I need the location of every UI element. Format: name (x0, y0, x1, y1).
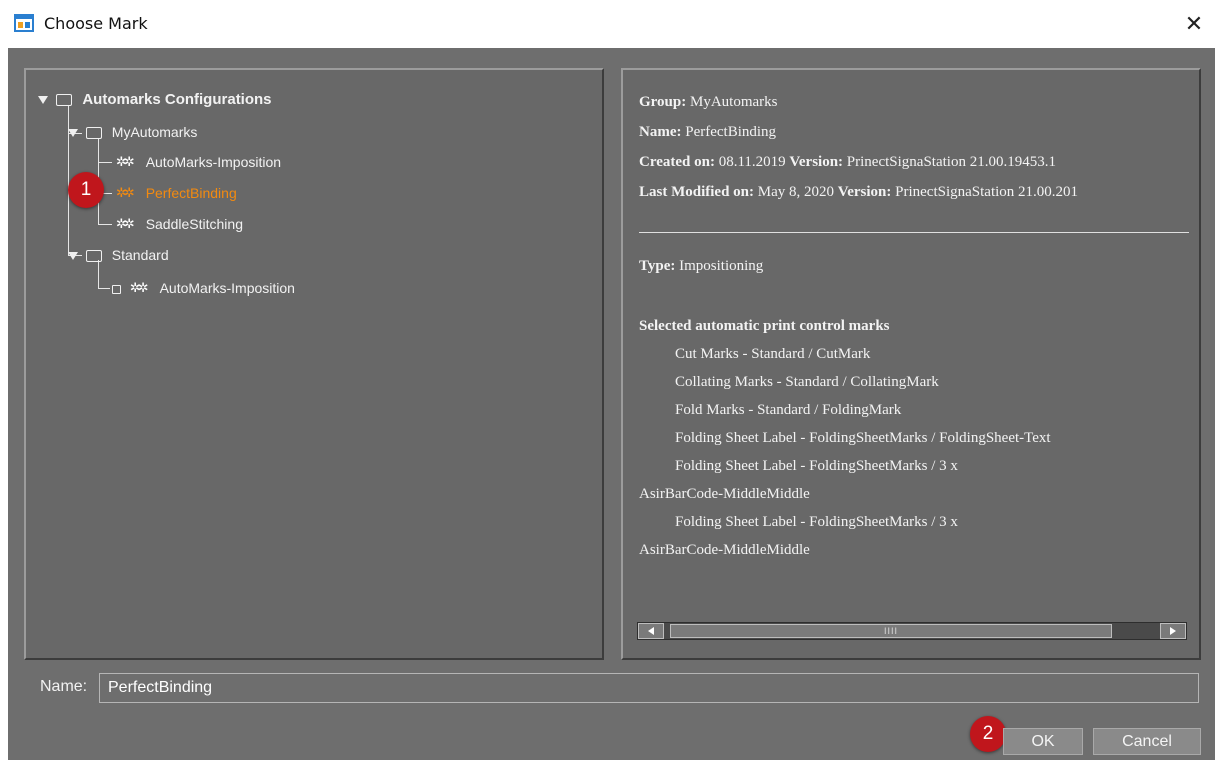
mark-item: Collating Marks - Standard / CollatingMa… (675, 374, 939, 390)
tree-connector (98, 288, 110, 289)
cancel-button[interactable]: Cancel (1093, 728, 1201, 755)
step-badge-1: 1 (68, 172, 104, 208)
tree-group-standard[interactable]: Standard (68, 243, 169, 267)
ok-button[interactable]: OK (1003, 728, 1083, 755)
mark-item: Fold Marks - Standard / FoldingMark (675, 402, 902, 418)
gears-icon: ✲✲ (129, 281, 149, 297)
tree-item-label: AutoMarks-Imposition (159, 280, 295, 296)
created-label: Created on: (639, 154, 715, 170)
tree-item-perfectbinding[interactable]: ✲✲ PerfectBinding (116, 181, 237, 205)
separator (639, 232, 1189, 233)
modified-line: Last Modified on: May 8, 2020 Version: P… (639, 184, 1187, 201)
expand-arrow-icon[interactable] (38, 96, 48, 105)
type-value: Impositioning (679, 258, 764, 274)
expand-arrow-icon[interactable] (68, 252, 78, 261)
modified-value: May 8, 2020 (757, 184, 835, 200)
gears-icon: ✲✲ (116, 155, 135, 171)
gears-icon: ✲✲ (116, 217, 135, 233)
window-title: Choose Mark (44, 14, 148, 33)
horizontal-scrollbar[interactable]: IIII (637, 622, 1187, 640)
name-line: Name: PerfectBinding (639, 124, 776, 141)
title-bar: Choose Mark ✕ (0, 0, 1215, 48)
tree-root[interactable]: Automarks Configurations (38, 88, 272, 112)
folder-icon (56, 94, 73, 107)
close-button[interactable]: ✕ (1180, 10, 1208, 38)
mark-item-continued: AsirBarCode-MiddleMiddle (639, 486, 810, 502)
tree-group-label: Standard (111, 247, 169, 263)
type-label: Type: (639, 258, 676, 274)
created-line: Created on: 08.11.2019 Version: PrinectS… (639, 154, 1056, 171)
app-icon (14, 14, 34, 32)
group-line: Group: MyAutomarks (639, 94, 777, 111)
tree-item-label: AutoMarks-Imposition (145, 154, 282, 170)
mark-item-continued: AsirBarCode-MiddleMiddle (639, 542, 810, 558)
name-field-label: Name: (40, 678, 88, 695)
arrow-right-icon (1170, 627, 1176, 635)
tree-item-saddlestitching[interactable]: ✲✲ SaddleStitching (116, 212, 243, 236)
arrow-left-icon (648, 627, 654, 635)
tree-connector (98, 224, 112, 225)
group-label: Group: (639, 94, 687, 110)
mark-item: Cut Marks - Standard / CutMark (675, 346, 871, 362)
marks-heading-text: Selected automatic print control marks (639, 318, 890, 334)
scroll-left-button[interactable] (638, 623, 664, 639)
type-line: Type: Impositioning (639, 258, 763, 275)
configuration-tree: Automarks Configurations MyAutomarks ✲✲ … (24, 68, 604, 660)
group-value: MyAutomarks (689, 94, 778, 110)
tree-item-automarks-imposition[interactable]: ✲✲ AutoMarks-Imposition (116, 150, 281, 174)
gears-icon: ✲✲ (116, 186, 135, 202)
tree-item-standard-automarks-imposition[interactable]: ✲✲ AutoMarks-Imposition (112, 276, 295, 300)
folder-icon (85, 127, 102, 140)
name-label: Name: (639, 124, 682, 140)
tree-group-label: MyAutomarks (111, 124, 198, 140)
tree-item-label: PerfectBinding (145, 185, 237, 201)
tree-root-label: Automarks Configurations (82, 91, 272, 108)
modified-label: Last Modified on: (639, 184, 755, 200)
created-version: PrinectSignaStation 21.00.19453.1 (846, 154, 1056, 170)
marks-heading: Selected automatic print control marks (639, 318, 890, 335)
dialog-body: Automarks Configurations MyAutomarks ✲✲ … (8, 48, 1215, 760)
name-value: PerfectBinding (685, 124, 777, 140)
mark-details-panel: Group: MyAutomarks Name: PerfectBinding … (621, 68, 1201, 660)
mark-item: Folding Sheet Label - FoldingSheetMarks … (675, 458, 958, 474)
tree-group-myautomarks[interactable]: MyAutomarks (68, 120, 197, 144)
modified-version: PrinectSignaStation 21.00.201 (895, 184, 1079, 200)
expand-arrow-icon[interactable] (68, 129, 78, 138)
step-badge-2: 2 (970, 716, 1006, 752)
scrollbar-thumb[interactable]: IIII (670, 624, 1112, 638)
folder-icon (85, 250, 102, 263)
mark-item: Folding Sheet Label - FoldingSheetMarks … (675, 430, 1051, 446)
version-label: Version: (789, 154, 844, 170)
tree-connector (98, 162, 112, 163)
lock-icon (112, 284, 121, 294)
tree-item-label: SaddleStitching (145, 216, 243, 232)
scroll-right-button[interactable] (1160, 623, 1186, 639)
version-label: Version: (837, 184, 892, 200)
created-value: 08.11.2019 (718, 154, 786, 170)
mark-item: Folding Sheet Label - FoldingSheetMarks … (675, 514, 958, 530)
name-input[interactable] (99, 673, 1199, 703)
